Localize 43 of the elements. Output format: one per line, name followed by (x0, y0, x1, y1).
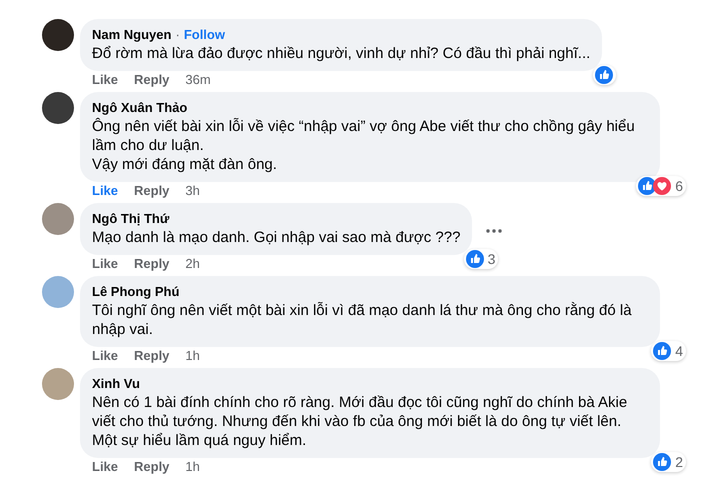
thumbs-up-icon (653, 342, 672, 360)
more-icon (486, 229, 502, 233)
like-link[interactable]: Like (92, 184, 118, 198)
thumbs-up-icon (595, 66, 614, 84)
comment-text: Đổ rờm mà lừa đảo được nhiều người, vinh dự nhỉ? Có đầu thì phải nghĩ... (92, 44, 590, 63)
reaction-summary[interactable]: 4 (651, 341, 686, 361)
author-name[interactable]: Lê Phong Phú (92, 283, 180, 300)
separator-dot: · (175, 26, 180, 43)
timestamp[interactable]: 2h (185, 257, 200, 271)
reaction-summary[interactable]: 3 (464, 249, 498, 269)
comment-text: Mạo danh là mạo danh. Gọi nhập vai sao mà được ??? (92, 228, 460, 247)
like-link[interactable]: Like (92, 460, 118, 474)
reaction-summary[interactable] (593, 65, 616, 85)
reaction-summary[interactable]: 2 (651, 452, 686, 472)
timestamp[interactable]: 1h (185, 460, 200, 474)
timestamp[interactable]: 36m (185, 73, 211, 87)
reaction-count: 2 (675, 454, 683, 470)
timestamp[interactable]: 1h (185, 349, 200, 363)
reaction-count: 6 (675, 178, 683, 194)
like-link[interactable]: Like (92, 73, 118, 87)
reaction-count: 4 (675, 343, 683, 359)
follow-link[interactable]: Follow (184, 26, 225, 43)
thumbs-up-icon (653, 453, 672, 471)
reply-link[interactable]: Reply (134, 349, 170, 363)
reply-link[interactable]: Reply (134, 460, 170, 474)
author-name[interactable]: Xinh Vu (92, 375, 140, 392)
comment-text: Tôi nghĩ ông nên viết một bài xin lỗi vì đã mạo danh lá thư mà ông cho rằng đó là nhập vai. (92, 301, 633, 339)
reaction-count: 3 (488, 251, 496, 267)
author-name[interactable]: Ngô Xuân Thảo (92, 99, 188, 116)
comment-text: Nên có 1 bài đính chính cho rõ ràng. Mới đầu đọc tôi cũng nghĩ do chính bà Akie viết cho thủ tướng. Nhưng đến khi vào fb của ông mới biết là do ông tự viết lên. Một sự hiểu lầm quá nguy hiểm. (92, 393, 628, 450)
reply-link[interactable]: Reply (134, 184, 170, 198)
reply-link[interactable]: Reply (134, 257, 170, 271)
reaction-summary[interactable]: 6 (636, 176, 686, 196)
author-name[interactable]: Nam Nguyen (92, 26, 172, 43)
like-link[interactable]: Like (92, 257, 118, 271)
timestamp[interactable]: 3h (185, 184, 200, 198)
thumbs-up-icon (466, 250, 484, 268)
author-name[interactable]: Ngô Thị Thứ (92, 210, 170, 227)
avatar[interactable] (42, 19, 74, 51)
reply-link[interactable]: Reply (134, 73, 170, 87)
avatar[interactable] (42, 92, 74, 124)
comment-text: Ông nên viết bài xin lỗi về việc “nhập vai” vợ ông Abe viết thư cho chồng gây hiểu lầm cho dư luận. Vậy mới đáng mặt đàn ông. (92, 117, 636, 174)
like-link[interactable]: Like (92, 349, 118, 363)
